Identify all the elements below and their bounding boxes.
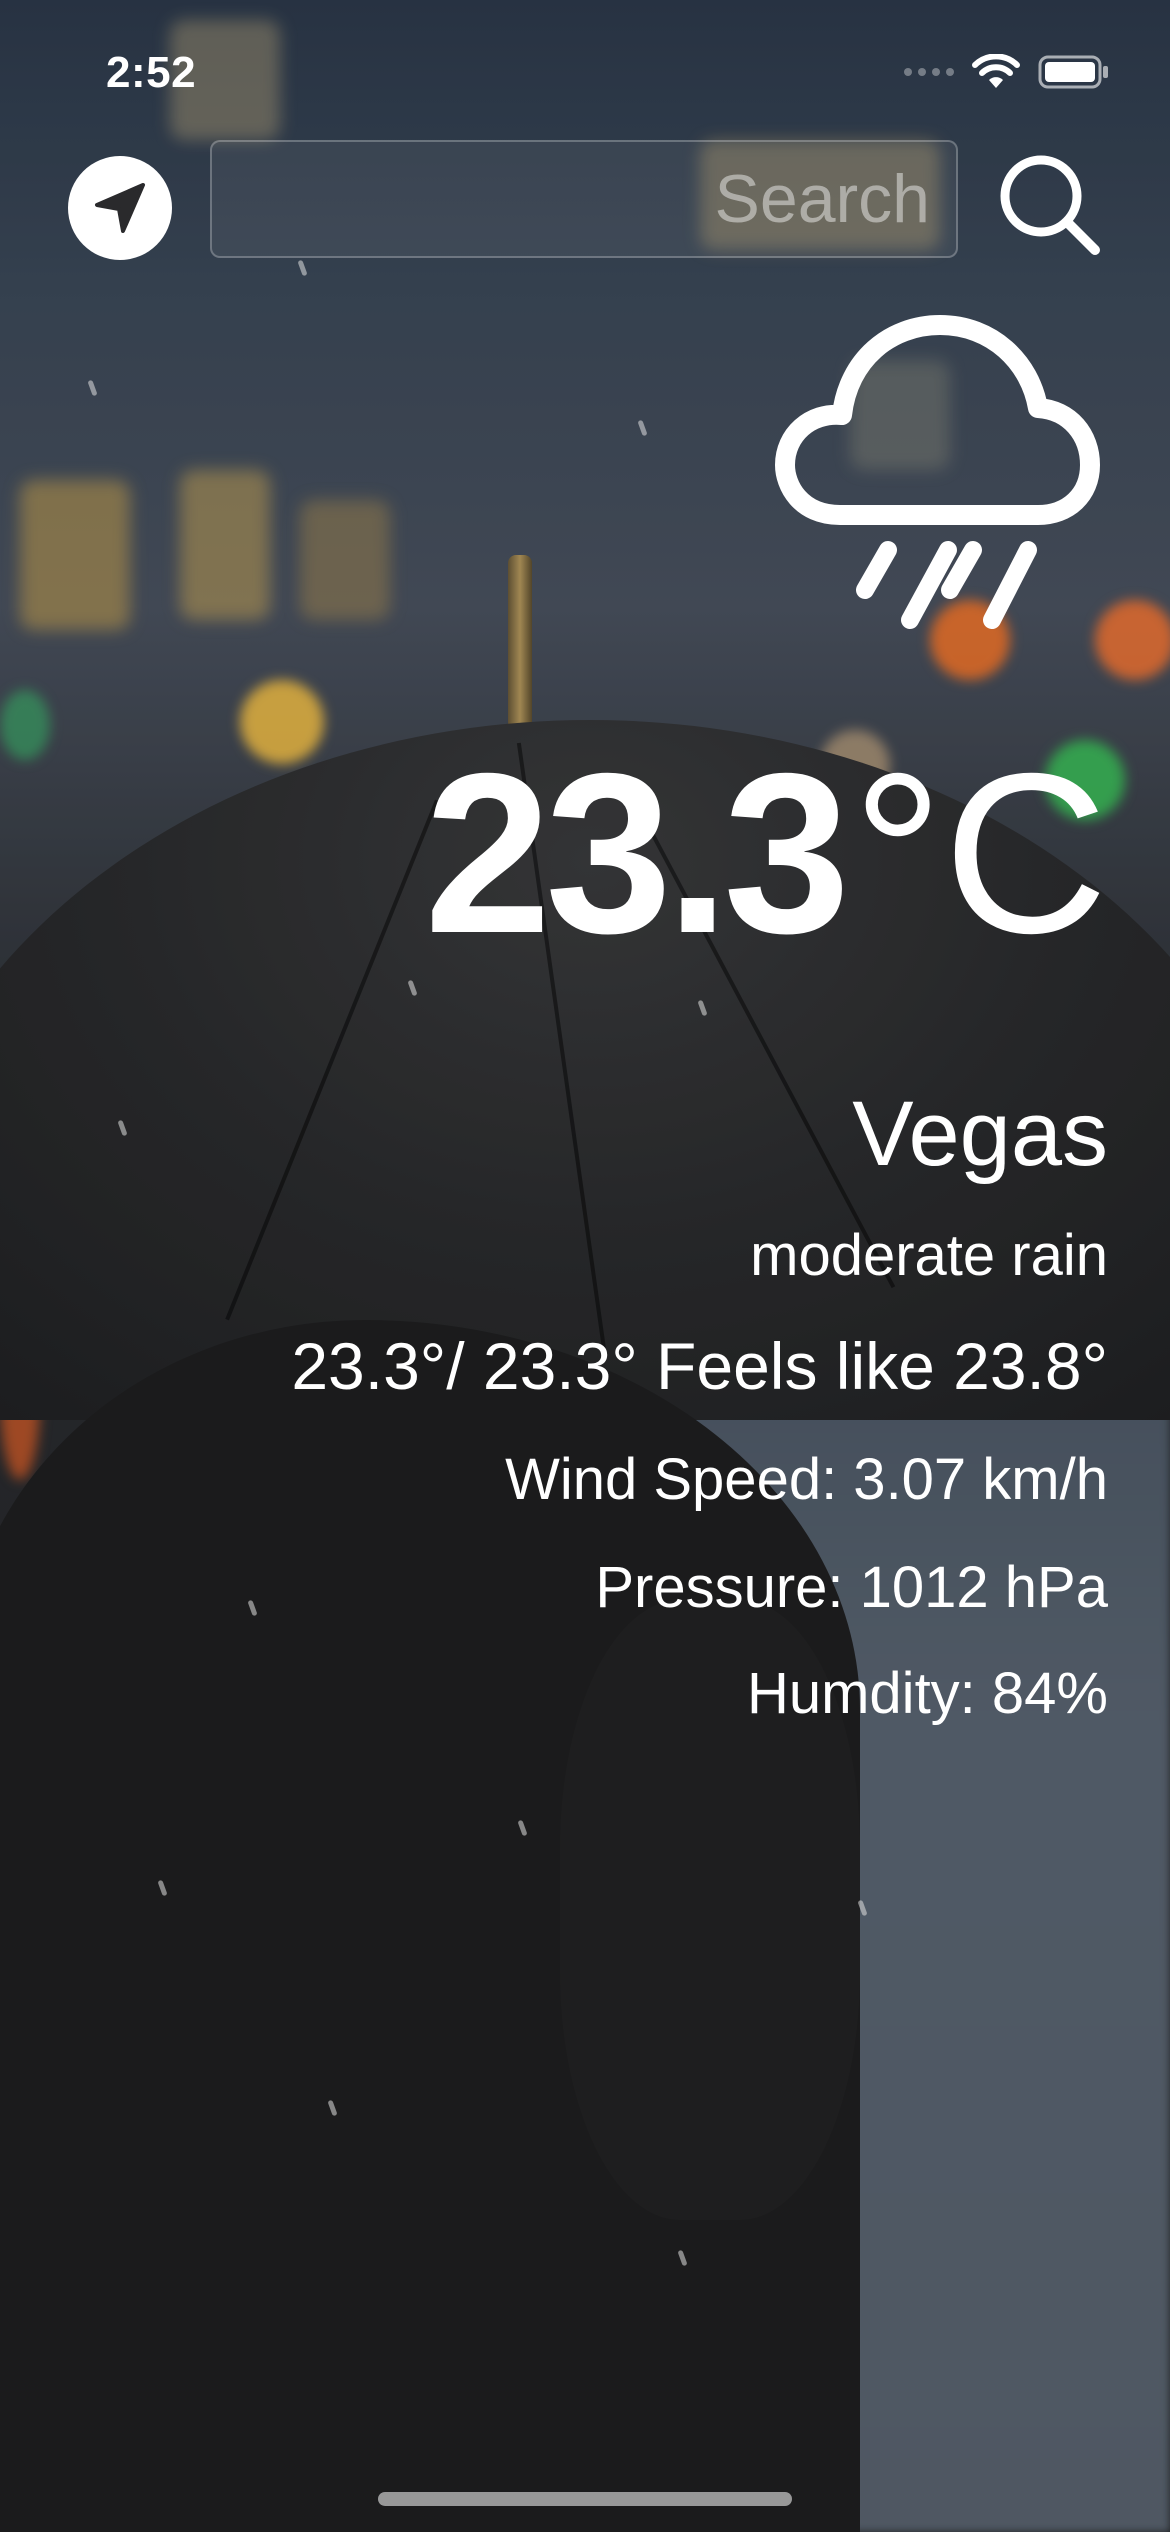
temperature-display: 23.3 °C	[424, 740, 1108, 968]
wifi-icon	[972, 54, 1020, 88]
magnifier-icon	[1000, 155, 1100, 255]
condition-description: moderate rain	[750, 1223, 1108, 1288]
temperature-unit: °C	[852, 727, 1108, 981]
city-name: Vegas	[852, 1083, 1108, 1185]
search-button[interactable]	[995, 150, 1107, 262]
battery-icon	[1038, 55, 1108, 89]
home-indicator	[378, 2492, 792, 2506]
temperature-range-feels-like: 23.3°/ 23.3° Feels like 23.8°	[291, 1329, 1108, 1403]
pressure: Pressure: 1012 hPa	[595, 1555, 1108, 1620]
current-location-button[interactable]	[68, 156, 172, 260]
wind-speed: Wind Speed: 3.07 km/h	[505, 1447, 1108, 1512]
location-arrow-icon	[95, 183, 145, 233]
search-input[interactable]	[212, 141, 932, 257]
cellular-signal-icon	[904, 68, 954, 76]
humidity: Humdity: 84%	[746, 1661, 1108, 1726]
search-field[interactable]	[210, 140, 958, 258]
status-icons	[904, 54, 1110, 90]
cloud-rain-icon	[775, 315, 1100, 629]
temperature-value: 23.3	[424, 727, 850, 981]
status-time: 2:52	[106, 48, 197, 97]
